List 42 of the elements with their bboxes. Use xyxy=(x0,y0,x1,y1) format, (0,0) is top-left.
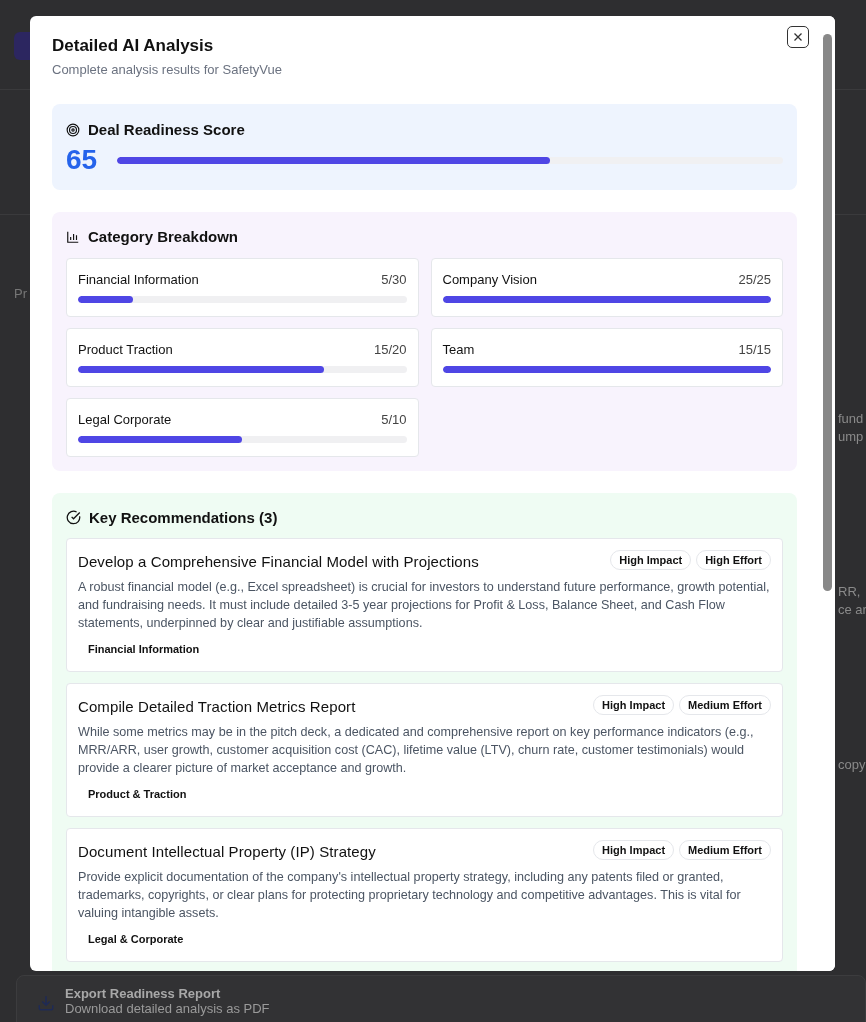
category-score: 5/30 xyxy=(381,272,407,287)
background-text: Pr xyxy=(14,285,28,303)
scrollbar[interactable] xyxy=(819,16,835,971)
category-score: 25/25 xyxy=(738,272,771,287)
dialog-title: Detailed AI Analysis xyxy=(52,36,215,56)
bar-chart-icon xyxy=(66,229,80,244)
download-icon xyxy=(37,994,55,1012)
close-button[interactable] xyxy=(787,26,809,48)
dialog-subtitle: Complete analysis results for SafetyVue xyxy=(52,62,283,77)
category-name: Company Vision xyxy=(442,272,537,287)
export-card[interactable]: Export Readiness Report Download detailed analysis as PDF xyxy=(16,975,866,1022)
export-title: Export Readiness Report xyxy=(65,986,222,1001)
category-score: 5/10 xyxy=(381,412,407,427)
category-label: Product & Traction xyxy=(88,788,187,800)
category-score: 15/15 xyxy=(738,342,771,357)
recommendation-text: While some metrics may be in the pitch deck, a dedicated and comprehensive report on key performance indicators (e.g., MRR/ARR, user growth, customer acquisition cost (CAC), lifetime value (LTV), churn rate, customer testimonials) would provide a clearer picture of market acceptance and growth. xyxy=(78,724,755,777)
background-text: ce ar xyxy=(838,601,866,619)
section-title: Key Recommendations (3) xyxy=(89,509,278,526)
background-text: fund xyxy=(838,410,865,428)
background-text: copy xyxy=(838,756,866,774)
category-label: Legal & Corporate xyxy=(88,933,184,945)
category-name: Legal Corporate xyxy=(78,412,172,427)
close-icon xyxy=(792,31,804,43)
category-label: Financial Information xyxy=(88,643,200,655)
category-name: Product Traction xyxy=(78,342,173,357)
category-name: Team xyxy=(442,342,475,357)
category-score: 15/20 xyxy=(373,342,407,357)
recommendation-title: Compile Detailed Traction Metrics Report xyxy=(78,698,356,715)
recommendation-text: Provide explicit documentation of the company's intellectual property strategy, including any patents filed or granted, trademarks, copyrights, or clear plans for protecting proprietary technology and competitive advantages. This is vital for valuing intangible assets. xyxy=(78,869,742,922)
section-title: Deal Readiness Score xyxy=(88,121,245,138)
score-value: 65 xyxy=(66,144,98,176)
check-circle-icon xyxy=(66,510,81,525)
recommendation-title: Document Intellectual Property (IP) Strategy xyxy=(78,843,376,860)
background-text: RR, xyxy=(838,583,862,601)
background-text: ump xyxy=(838,428,865,446)
recommendation-title: Develop a Comprehensive Financial Model with Projections xyxy=(78,553,479,570)
recommendation-text: A robust financial model (e.g., Excel spreadsheet) is crucial for investors to understand future performance, growth potential, and fundraising needs. It must include detailed 3-5 year projections for Profit & Loss, Balance Sheet, and Cash Flow statements, underpinned by clear and justifiable assumptions. xyxy=(78,579,771,632)
target-icon xyxy=(66,122,80,137)
section-title: Category Breakdown xyxy=(88,228,239,245)
scrollbar-thumb[interactable] xyxy=(823,34,832,591)
export-subtitle: Download detailed analysis as PDF xyxy=(65,1001,270,1016)
category-name: Financial Information xyxy=(78,272,199,287)
